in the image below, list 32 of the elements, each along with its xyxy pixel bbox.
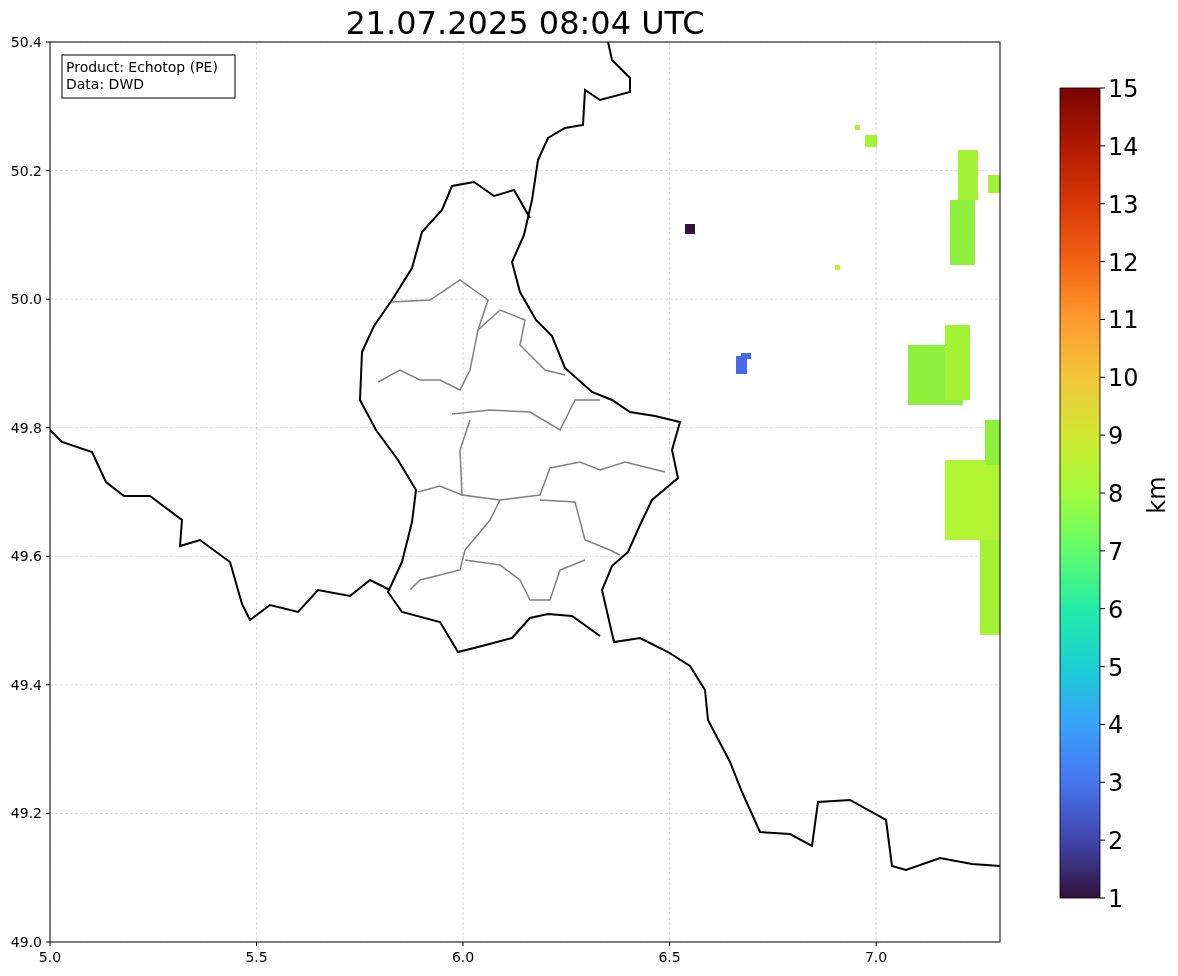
x-tick-label: 5.5 xyxy=(245,949,268,965)
y-tick-label: 50.0 xyxy=(10,291,42,308)
colorbar-tick-label: 9 xyxy=(1108,422,1124,451)
colorbar-tick-label: 2 xyxy=(1108,827,1124,856)
colorbar-tick-label: 7 xyxy=(1108,537,1124,566)
x-tick-label: 6.0 xyxy=(451,949,475,965)
colorbar-tick-label: 8 xyxy=(1108,480,1124,508)
y-tick-label: 49.2 xyxy=(10,805,42,822)
colorbar-tick-label: 15 xyxy=(1108,75,1139,103)
colorbar-tick-label: 1 xyxy=(1108,885,1124,913)
colorbar-tick-label: 4 xyxy=(1108,711,1124,740)
y-tick-label: 49.8 xyxy=(10,419,42,436)
y-tick-label: 49.0 xyxy=(10,934,42,950)
colorbar-tick-label: 14 xyxy=(1108,132,1139,161)
colorbar-tick-label: 12 xyxy=(1108,248,1139,277)
y-tick-label: 50.4 xyxy=(10,34,42,50)
colorbar-label: km xyxy=(1143,476,1171,514)
y-tick-label: 49.6 xyxy=(10,548,42,565)
x-tick-label: 7.0 xyxy=(864,949,888,965)
info-text: Product: Echotop (PE) xyxy=(66,59,218,75)
colorbar-tick-label: 6 xyxy=(1108,595,1124,624)
info-text: Data: DWD xyxy=(66,76,144,92)
colorbar-tick-label: 10 xyxy=(1108,364,1139,393)
colorbar-tick-label: 3 xyxy=(1108,769,1124,798)
chart-title: 21.07.2025 08:04 UTC xyxy=(345,4,705,42)
y-tick-label: 50.2 xyxy=(10,162,42,179)
colorbar-tick-label: 5 xyxy=(1108,653,1124,682)
x-tick-label: 5.0 xyxy=(38,949,62,965)
colorbar-tick-label: 11 xyxy=(1108,306,1139,335)
colorbar-tick-label: 13 xyxy=(1108,190,1139,219)
x-tick-label: 6.5 xyxy=(658,949,681,965)
y-tick-label: 49.4 xyxy=(10,676,42,693)
